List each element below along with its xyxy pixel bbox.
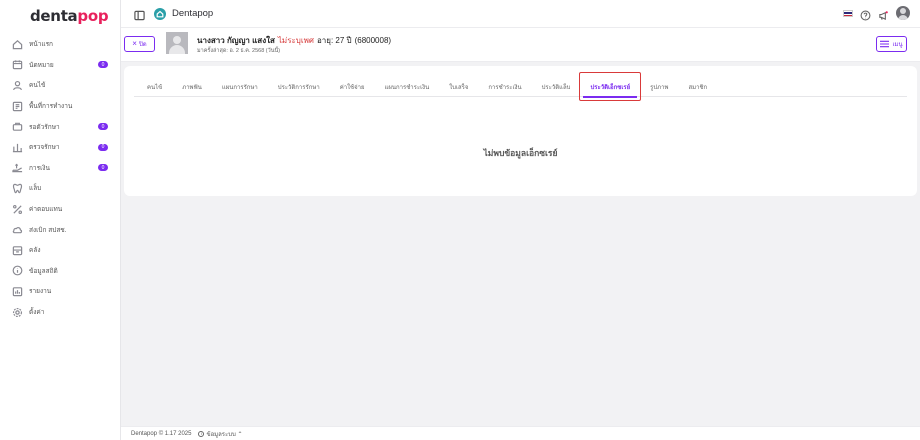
footer-copyright: Dentapop © 1.17 2025 xyxy=(131,430,192,437)
patient-name: นางสาว กัญญา แสงใส xyxy=(197,36,275,45)
sidebar-item-label: การเงิน xyxy=(29,164,50,172)
sidebar-item-nhso-claim[interactable]: ส่งเบิก สปสช. xyxy=(0,219,120,240)
footer: Dentapop © 1.17 2025 i ข้อมูลระบบ ⌃ xyxy=(121,426,920,440)
sidebar-item-treatment[interactable]: ตรวจรักษา 0 xyxy=(0,137,120,158)
tab-payments[interactable]: การชำระเงิน xyxy=(478,76,531,97)
user-icon xyxy=(12,80,23,91)
sidebar-item-label: คนไข้ xyxy=(29,82,46,90)
count-badge: 0 xyxy=(98,164,108,172)
waiting-icon xyxy=(12,121,23,132)
tab-payment-plan[interactable]: แผนการชำระเงิน xyxy=(375,76,440,97)
sidebar-item-appointments[interactable]: นัดหมาย 0 xyxy=(0,55,120,76)
count-badge: 0 xyxy=(98,143,108,151)
tab-membership[interactable]: สมาชิก xyxy=(678,76,717,97)
menu-button[interactable]: เมนู xyxy=(876,36,907,52)
sidebar-item-label: ข้อมูลสถิติ xyxy=(29,267,58,275)
close-patient-button[interactable]: × ปิด xyxy=(124,36,155,52)
patient-age: อายุ: 27 ปี xyxy=(316,36,352,45)
cloud-icon xyxy=(12,224,23,235)
sidebar-item-label: รายงาน xyxy=(29,288,52,296)
sidebar-item-finance[interactable]: การเงิน 0 xyxy=(0,158,120,179)
count-badge: 0 xyxy=(98,123,108,131)
top-header: Dentapop xyxy=(121,0,920,28)
lab-icon xyxy=(12,183,23,194)
info-icon: i xyxy=(198,430,205,437)
sidebar-item-label: ส่งเบิก สปสช. xyxy=(29,226,67,234)
sidebar-item-home[interactable]: หน้าแรก xyxy=(0,34,120,55)
patient-avatar[interactable] xyxy=(166,32,188,54)
patient-bar: × ปิด นางสาว กัญญา แสงใส ไม่ระบุเพศ อายุ: … xyxy=(121,28,920,62)
sidebar-item-label: แล็บ xyxy=(29,185,42,193)
percent-icon xyxy=(12,204,23,215)
close-button-label: ปิด xyxy=(138,42,147,48)
patient-info: นางสาว กัญญา แสงใส ไม่ระบุเพศ อายุ: 27 ปี(… xyxy=(197,34,391,47)
close-icon: × xyxy=(132,39,137,48)
user-avatar[interactable] xyxy=(896,6,910,20)
tab-patient[interactable]: คนไข้ xyxy=(137,76,172,97)
sidebar-item-waiting[interactable]: รอตัวรักษา 0 xyxy=(0,116,120,137)
sidebar-nav: หน้าแรก นัดหมาย 0 คนไข้ พื้นที่การทำงาน … xyxy=(0,34,120,322)
menu-button-label: เมนู xyxy=(892,42,903,48)
sidebar-item-compensation[interactable]: ค่าตอบแทน xyxy=(0,199,120,220)
treatment-icon xyxy=(12,142,23,153)
sidebar-item-lab[interactable]: แล็บ xyxy=(0,178,120,199)
sidebar-toggle-icon[interactable] xyxy=(134,8,145,21)
header-actions xyxy=(843,6,910,20)
logo-text: denta xyxy=(30,7,78,25)
finance-icon xyxy=(12,162,23,173)
empty-state-message: ไม่พบข้อมูลเอ็กซเรย์ xyxy=(483,148,558,158)
dentapop-logo[interactable]: denta pop xyxy=(0,0,120,32)
sidebar-item-label: ตรวจรักษา xyxy=(29,144,60,152)
sidebar-item-patients[interactable]: คนไข้ xyxy=(0,75,120,96)
hamburger-icon xyxy=(880,40,890,48)
content-card: คนไข้ ภาพฟัน แผนการรักษา ประวัติการรักษา… xyxy=(124,66,917,196)
tab-treatment-plan[interactable]: แผนการรักษา xyxy=(212,76,268,97)
sidebar-item-label: หน้าแรก xyxy=(29,41,53,49)
tab-photos[interactable]: รูปภาพ xyxy=(640,76,678,97)
workspace-icon xyxy=(12,101,23,112)
patient-last-visit: มาครั้งล่าสุด: อ. 2 ธ.ค. 2568 (วันนี้) xyxy=(197,48,281,54)
logo-accent-text: pop xyxy=(77,7,109,25)
count-badge: 0 xyxy=(98,61,108,69)
system-info-label: ข้อมูลระบบ ⌃ xyxy=(206,431,243,438)
sidebar-item-label: ค่าตอบแทน xyxy=(29,206,63,214)
tab-receipts[interactable]: ใบเสร็จ xyxy=(439,76,478,97)
sidebar-item-inventory[interactable]: คลัง xyxy=(0,240,120,261)
tab-xray-history[interactable]: ประวัติเอ็กซเรย์ xyxy=(579,72,641,101)
sidebar-item-workspace[interactable]: พื้นที่การทำงาน xyxy=(0,96,120,117)
sidebar-item-label: คลัง xyxy=(29,247,41,255)
settings-icon xyxy=(12,307,23,318)
sidebar-item-label: ตั้งค่า xyxy=(29,309,45,317)
patient-hn: (6800008) xyxy=(354,36,392,45)
report-icon xyxy=(12,286,23,297)
sidebar-item-label: รอตัวรักษา xyxy=(29,123,60,131)
tab-expenses[interactable]: ค่าใช้จ่าย xyxy=(330,76,375,97)
patient-tabs: คนไข้ ภาพฟัน แผนการรักษา ประวัติการรักษา… xyxy=(134,72,907,101)
home-icon xyxy=(12,39,23,50)
sidebar-item-settings[interactable]: ตั้งค่า xyxy=(0,302,120,323)
sidebar-item-label: นัดหมาย xyxy=(29,61,54,69)
sidebar-item-statistics[interactable]: ข้อมูลสถิติ xyxy=(0,261,120,282)
system-info-toggle[interactable]: i ข้อมูลระบบ ⌃ xyxy=(198,429,243,439)
sidebar-item-reports[interactable]: รายงาน xyxy=(0,281,120,302)
app-logo-icon xyxy=(154,7,166,20)
help-icon[interactable] xyxy=(860,8,871,20)
inventory-icon xyxy=(12,245,23,256)
sidebar-item-label: พื้นที่การทำงาน xyxy=(29,103,73,111)
tab-lab-history[interactable]: ประวัติแล็บ xyxy=(532,76,581,97)
app-title: Dentapop xyxy=(172,8,214,19)
info-icon xyxy=(12,265,23,276)
tab-dental-chart[interactable]: ภาพฟัน xyxy=(172,76,212,97)
tab-treatment-history[interactable]: ประวัติการรักษา xyxy=(268,76,330,97)
sidebar: denta pop หน้าแรก นัดหมาย 0 คนไข้ พื้นที่… xyxy=(0,0,121,440)
announcement-icon[interactable] xyxy=(878,8,889,20)
thai-flag-icon[interactable] xyxy=(843,9,853,17)
calendar-icon xyxy=(12,59,23,70)
patient-gender: ไม่ระบุเพศ xyxy=(277,36,314,45)
